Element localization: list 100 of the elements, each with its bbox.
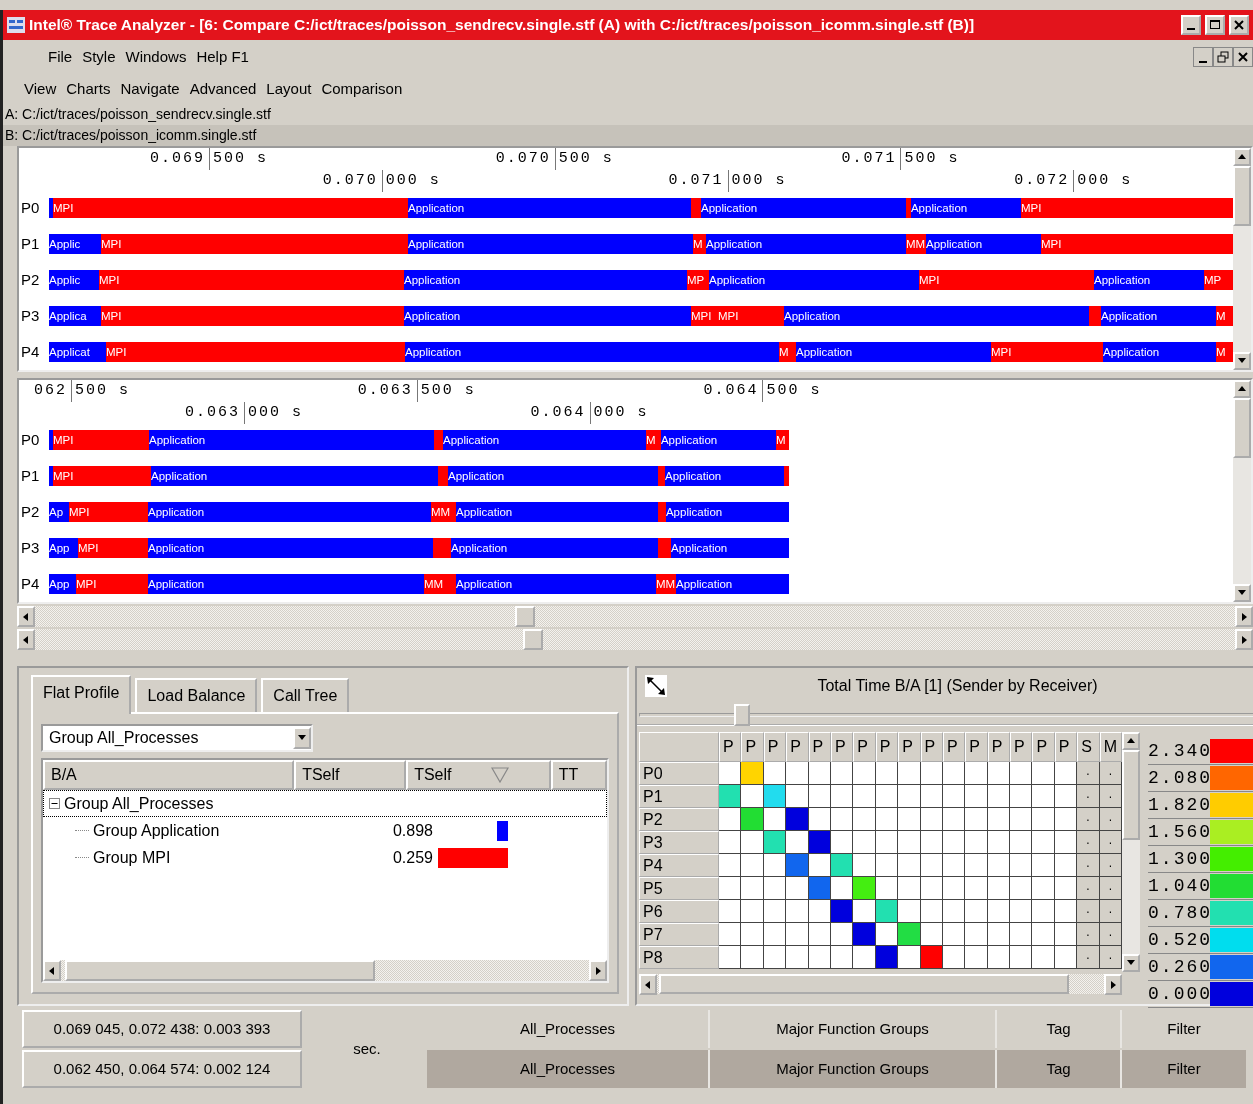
matrix-cell[interactable] <box>942 877 966 900</box>
column-header[interactable]: B/A <box>43 760 295 790</box>
scroll-right-button[interactable] <box>1235 629 1253 650</box>
menu-item[interactable]: Navigate <box>115 77 185 101</box>
matrix-cell[interactable] <box>786 923 809 946</box>
matrix-cell[interactable] <box>786 808 809 831</box>
matrix-cell[interactable] <box>875 854 899 877</box>
matrix-cell[interactable] <box>942 854 966 877</box>
matrix-cell[interactable] <box>1032 900 1055 923</box>
matrix-cell[interactable]: . <box>1099 831 1123 854</box>
tree-label[interactable]: Group MPI <box>93 845 171 870</box>
matrix-cell[interactable]: . <box>1099 923 1123 946</box>
range-button[interactable]: 0.062 450, 0.064 574: 0.002 124 <box>22 1050 302 1088</box>
matrix-cell[interactable] <box>853 854 876 877</box>
scroll-right-button[interactable] <box>1235 606 1253 627</box>
matrix-cell[interactable] <box>830 854 854 877</box>
matrix-cell[interactable]: . <box>1077 946 1100 969</box>
matrix-cell[interactable] <box>853 877 876 900</box>
matrix-cell[interactable]: . <box>1077 762 1100 785</box>
matrix-cell[interactable] <box>719 900 742 923</box>
matrix-cell[interactable]: . <box>1099 877 1123 900</box>
matrix-cell[interactable] <box>786 946 809 969</box>
close-button[interactable] <box>1233 47 1253 67</box>
scroll-left-button[interactable] <box>17 606 35 627</box>
matrix-cell[interactable] <box>965 762 988 785</box>
matrix-cell[interactable] <box>853 785 876 808</box>
vertical-scrollbar[interactable] <box>1122 732 1141 972</box>
matrix-cell[interactable] <box>808 877 831 900</box>
column-header[interactable]: P <box>719 732 742 762</box>
matrix-cell[interactable] <box>920 808 943 831</box>
matrix-cell[interactable] <box>1032 923 1055 946</box>
menu-item[interactable]: Advanced <box>184 77 262 101</box>
scroll-thumb[interactable] <box>1233 398 1251 458</box>
matrix-cell[interactable] <box>920 785 943 808</box>
matrix-cell[interactable] <box>898 762 921 785</box>
matrix-cell[interactable] <box>719 854 742 877</box>
matrix-cell[interactable] <box>942 946 966 969</box>
matrix-cell[interactable] <box>808 854 831 877</box>
matrix-cell[interactable] <box>1010 923 1033 946</box>
matrix-cell[interactable] <box>898 831 921 854</box>
matrix-cell[interactable] <box>898 877 921 900</box>
scroll-thumb[interactable] <box>65 960 375 981</box>
matrix-cell[interactable] <box>965 785 988 808</box>
tab[interactable]: Load Balance <box>135 678 258 712</box>
matrix-cell[interactable] <box>942 923 966 946</box>
column-header[interactable]: P <box>741 732 764 762</box>
matrix-cell[interactable] <box>763 808 787 831</box>
matrix-cell[interactable] <box>853 762 876 785</box>
scroll-up-button[interactable] <box>1233 148 1251 166</box>
matrix-cell[interactable] <box>808 762 831 785</box>
horizontal-scrollbar[interactable] <box>43 960 607 981</box>
matrix-cell[interactable] <box>987 900 1011 923</box>
scroll-up-button[interactable] <box>1122 732 1141 750</box>
matrix-cell[interactable] <box>719 946 742 969</box>
matrix-cell[interactable]: . <box>1077 831 1100 854</box>
matrix-cell[interactable] <box>942 762 966 785</box>
matrix-cell[interactable] <box>763 900 787 923</box>
scroll-up-button[interactable] <box>1233 380 1251 398</box>
slider-thumb[interactable] <box>734 704 751 726</box>
matrix-cell[interactable] <box>1032 946 1055 969</box>
matrix-cell[interactable] <box>942 900 966 923</box>
horizontal-scrollbar[interactable] <box>17 629 1253 650</box>
matrix-cell[interactable] <box>898 808 921 831</box>
matrix-cell[interactable] <box>1010 900 1033 923</box>
row-header[interactable]: P4 <box>639 854 719 877</box>
matrix-cell[interactable] <box>763 946 787 969</box>
matrix-cell[interactable]: . <box>1099 854 1123 877</box>
row-header[interactable]: P1 <box>639 785 719 808</box>
row-header[interactable]: P2 <box>639 808 719 831</box>
matrix-cell[interactable] <box>898 785 921 808</box>
matrix-cell[interactable] <box>1054 900 1078 923</box>
horizontal-scrollbar[interactable] <box>17 606 1253 627</box>
slider-track[interactable] <box>639 713 1253 717</box>
matrix-cell[interactable]: . <box>1077 877 1100 900</box>
matrix-cell[interactable] <box>1010 831 1033 854</box>
matrix-cell[interactable] <box>853 831 876 854</box>
matrix-cell[interactable] <box>741 854 764 877</box>
matrix-cell[interactable] <box>853 808 876 831</box>
matrix-cell[interactable] <box>1032 854 1055 877</box>
scroll-thumb[interactable] <box>515 606 535 627</box>
scroll-left-button[interactable] <box>639 974 657 995</box>
matrix-cell[interactable] <box>786 900 809 923</box>
matrix-cell[interactable] <box>898 854 921 877</box>
column-header[interactable]: P <box>942 732 966 762</box>
matrix-cell[interactable] <box>786 854 809 877</box>
matrix-cell[interactable] <box>875 785 899 808</box>
matrix-cell[interactable] <box>1054 831 1078 854</box>
matrix-cell[interactable] <box>830 877 854 900</box>
column-header[interactable]: TSelf <box>294 760 407 790</box>
row-header[interactable]: P5 <box>639 877 719 900</box>
row-header[interactable]: P8 <box>639 946 719 969</box>
scroll-left-button[interactable] <box>43 960 61 981</box>
matrix-cell[interactable] <box>875 900 899 923</box>
scroll-left-button[interactable] <box>17 629 35 650</box>
matrix-cell[interactable]: . <box>1099 808 1123 831</box>
matrix-cell[interactable] <box>1010 946 1033 969</box>
collapse-icon[interactable] <box>49 798 60 809</box>
matrix-cell[interactable] <box>1054 923 1078 946</box>
maximize-button[interactable] <box>1205 15 1225 35</box>
column-header[interactable]: P <box>920 732 943 762</box>
